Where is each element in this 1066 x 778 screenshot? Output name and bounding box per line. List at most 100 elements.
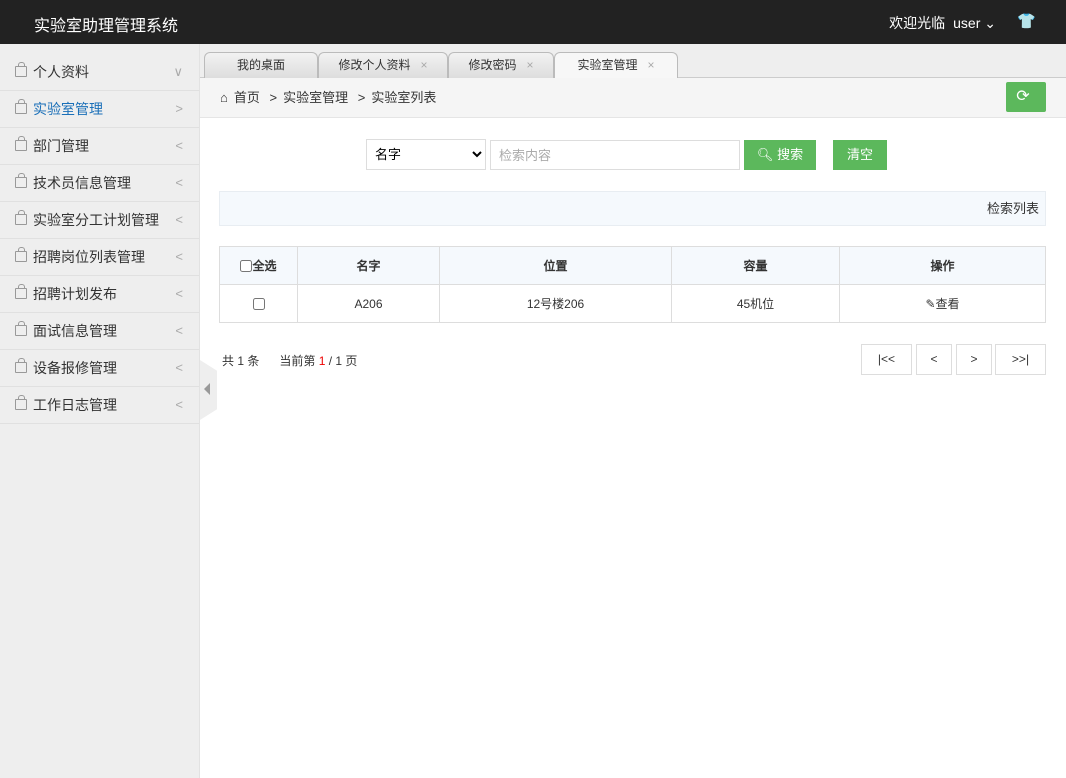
bag-icon — [15, 321, 27, 336]
separator: > — [357, 90, 366, 105]
tab-desktop[interactable]: 我的桌面 — [204, 52, 318, 78]
tab-label: 我的桌面 — [236, 58, 285, 72]
chevron-icon: ∨ — [173, 64, 183, 79]
refresh-button[interactable]: ⟳ — [1006, 82, 1046, 112]
sidebar-item-worklog[interactable]: 工作日志管理 < — [0, 387, 199, 424]
cell-location: 12号楼206 — [439, 284, 672, 323]
list-title-bar: 检索列表 — [219, 191, 1046, 226]
chevron-icon: > — [175, 101, 183, 116]
view-label: 查看 — [935, 297, 960, 311]
sidebar-item-repair[interactable]: 设备报修管理 < — [0, 350, 199, 387]
bag-icon — [15, 358, 27, 373]
clear-button[interactable]: 清空 — [833, 140, 887, 170]
chevron-icon: < — [175, 212, 183, 227]
sidebar-item-label: 设备报修管理 — [33, 360, 117, 376]
search-icon: 🔍︎ — [756, 147, 774, 162]
bag-icon — [15, 395, 27, 410]
sidebar-item-lab-management[interactable]: 实验室管理 > — [0, 91, 199, 128]
next-page-button[interactable]: > — [956, 344, 992, 375]
sidebar-item-profile[interactable]: 个人资料 ∨ — [0, 54, 199, 91]
tab-label: 修改个人资料 — [338, 58, 411, 72]
header-label: 全选 — [252, 259, 277, 273]
lab-table: 全选 名字 位置 容量 操作 A206 12号楼206 45机位 ✎查看 — [219, 246, 1046, 323]
bag-icon — [15, 173, 27, 188]
first-page-button[interactable]: |<< — [861, 344, 912, 375]
breadcrumb-lab-list: 实验室列表 — [371, 90, 437, 105]
theme-shirt-icon[interactable]: 👕 — [1017, 12, 1036, 30]
sidebar-item-label: 实验室管理 — [33, 101, 103, 117]
welcome-text: 欢迎光临 — [889, 15, 946, 31]
header-name: 名字 — [297, 246, 440, 285]
sidebar-item-lab-plan[interactable]: 实验室分工计划管理 < — [0, 202, 199, 239]
sidebar-item-technician[interactable]: 技术员信息管理 < — [0, 165, 199, 202]
sidebar-collapse-handle[interactable] — [200, 360, 217, 420]
header-location: 位置 — [439, 246, 672, 285]
sidebar-item-label: 部门管理 — [33, 138, 89, 154]
tab-label: 修改密码 — [468, 58, 517, 72]
sidebar-item-label: 面试信息管理 — [33, 323, 117, 339]
chevron-icon: < — [175, 286, 183, 301]
search-button[interactable]: 🔍︎ 搜索 — [744, 140, 816, 170]
chevron-icon: < — [175, 360, 183, 375]
chevron-icon: < — [175, 138, 183, 153]
close-icon[interactable]: × — [527, 58, 534, 72]
chevron-icon: < — [175, 323, 183, 338]
cell-actions: ✎查看 — [839, 284, 1046, 323]
tab-lab-management[interactable]: 实验室管理 × — [554, 52, 678, 79]
tab-label: 实验室管理 — [577, 58, 638, 72]
sidebar-item-job-posts[interactable]: 招聘岗位列表管理 < — [0, 239, 199, 276]
sidebar-item-label: 招聘岗位列表管理 — [33, 249, 145, 265]
sidebar: 个人资料 ∨ 实验室管理 > 部门管理 < 技术员信息管理 < 实验室分工计划管理 < 招… — [0, 44, 200, 778]
last-page-button[interactable]: >>| — [995, 344, 1046, 375]
bag-icon — [15, 247, 27, 262]
breadcrumb-home[interactable]: 首页 — [234, 90, 260, 105]
sidebar-item-label: 实验室分工计划管理 — [33, 212, 159, 228]
app-title: 实验室助理管理系统 — [34, 18, 179, 35]
prev-page-button[interactable]: < — [916, 344, 952, 375]
breadcrumb-lab-management[interactable]: 实验室管理 — [283, 90, 348, 105]
pagination-info: 共 1 条 当前第 1 / 1 页 — [222, 352, 357, 369]
header-actions: 操作 — [839, 246, 1046, 285]
select-all-checkbox[interactable] — [240, 260, 253, 272]
clear-label: 清空 — [846, 147, 873, 162]
bag-icon — [15, 210, 27, 225]
table-header: 全选 名字 位置 容量 操作 — [219, 246, 1046, 285]
chevron-down-icon: ⌄ — [984, 15, 996, 31]
home-icon: ⌂ — [220, 90, 228, 105]
current-prefix: 当前第 — [279, 354, 316, 368]
cell-name: A206 — [297, 284, 440, 323]
tab-bar: 我的桌面 修改个人资料 × 修改密码 × 实验室管理 × — [200, 44, 1066, 79]
bag-icon — [15, 136, 27, 151]
chevron-icon: < — [175, 175, 183, 190]
current-page: 1 — [318, 354, 326, 368]
cell-capacity: 45机位 — [671, 284, 840, 323]
close-icon[interactable]: × — [648, 58, 655, 72]
bag-icon — [15, 62, 27, 77]
top-header: 实验室助理管理系统 欢迎光临 user ⌄ 👕 — [0, 0, 1066, 44]
table-row: A206 12号楼206 45机位 ✎查看 — [219, 284, 1046, 323]
sidebar-item-interview[interactable]: 面试信息管理 < — [0, 313, 199, 350]
search-input[interactable] — [490, 140, 740, 170]
select-all-header[interactable]: 全选 — [219, 246, 298, 285]
sidebar-item-label: 招聘计划发布 — [33, 286, 117, 302]
tab-change-password[interactable]: 修改密码 × — [448, 52, 554, 78]
separator: > — [269, 90, 278, 105]
row-checkbox[interactable] — [252, 297, 265, 310]
user-menu[interactable]: 欢迎光临 user ⌄ — [889, 13, 996, 33]
chevron-icon: < — [175, 397, 183, 412]
close-icon[interactable]: × — [421, 58, 428, 72]
search-field-select[interactable]: 名字 — [366, 139, 486, 170]
username: user — [953, 15, 981, 31]
total-pages: / 1 页 — [328, 354, 358, 368]
sidebar-item-department[interactable]: 部门管理 < — [0, 128, 199, 165]
pencil-icon: ✎ — [925, 297, 936, 311]
refresh-icon: ⟳ — [1016, 88, 1030, 105]
view-link[interactable]: ✎查看 — [925, 297, 959, 311]
chevron-icon: < — [175, 249, 183, 264]
tab-edit-profile[interactable]: 修改个人资料 × — [318, 52, 448, 78]
row-select-cell — [219, 284, 298, 323]
sidebar-item-label: 工作日志管理 — [33, 397, 117, 413]
sidebar-item-recruit-plan[interactable]: 招聘计划发布 < — [0, 276, 199, 313]
search-label: 搜索 — [777, 147, 804, 162]
total-count: 共 1 条 — [222, 354, 260, 368]
